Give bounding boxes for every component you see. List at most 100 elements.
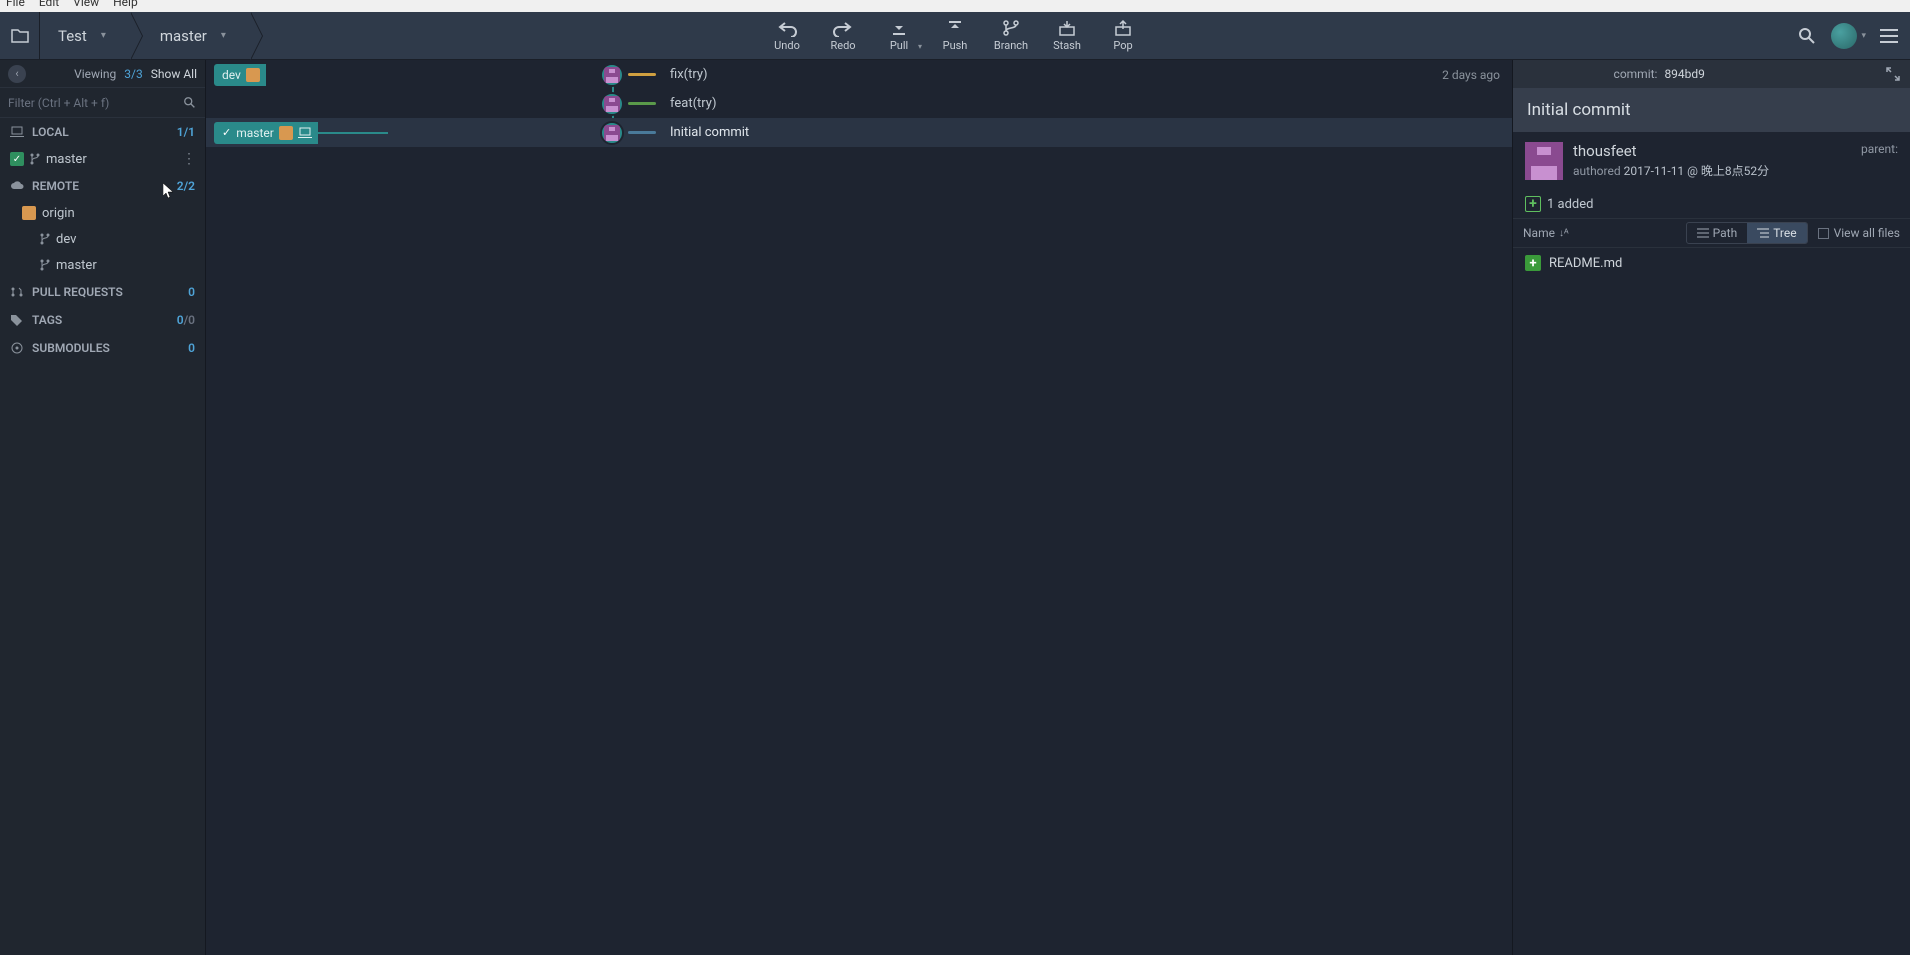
branch-icon [30, 153, 40, 165]
graph-side-bar [628, 131, 656, 134]
stash-label: Stash [1053, 39, 1081, 52]
pop-button[interactable]: Pop [1098, 13, 1148, 59]
sort-by-name[interactable]: Name ↓ᴬ [1523, 226, 1569, 240]
menu-view[interactable]: View [73, 0, 99, 9]
remote-name: origin [42, 206, 75, 221]
section-pull-requests[interactable]: PULL REQUESTS 0 [0, 278, 205, 306]
laptop-icon [298, 127, 312, 139]
undo-button[interactable]: Undo [762, 13, 812, 59]
search-icon[interactable] [1797, 26, 1817, 46]
branch-tag-dev[interactable]: dev [214, 64, 266, 86]
branch-label: Branch [994, 39, 1028, 52]
top-toolbar: Test ▾ master ▾ Undo Redo Pull ▾ Push Br… [0, 12, 1910, 60]
branch-name: master [46, 152, 87, 167]
viewing-count: 3/3 [124, 67, 142, 81]
laptop-icon [10, 126, 24, 138]
topbar-right: ▾ [1797, 23, 1910, 49]
remote-branch-dev[interactable]: dev [0, 226, 205, 252]
more-icon[interactable]: ⋮ [182, 151, 195, 167]
filter-input[interactable] [8, 96, 183, 110]
section-remote-count: 2/2 [177, 179, 195, 193]
menu-help[interactable]: Help [113, 0, 138, 9]
settings-menu-button[interactable] [1880, 29, 1898, 43]
branch-tag-label: master [236, 126, 274, 140]
redo-button[interactable]: Redo [818, 13, 868, 59]
pull-button[interactable]: Pull ▾ [874, 13, 924, 59]
branch-button[interactable]: Branch [986, 13, 1036, 59]
commit-node[interactable] [600, 92, 624, 116]
tag-icon [10, 314, 24, 326]
graph-side-bar [628, 73, 656, 76]
commit-row[interactable]: feat(try) [206, 89, 1512, 118]
commit-hash[interactable]: 894bd9 [1664, 67, 1704, 81]
toolbar-center: Undo Redo Pull ▾ Push Branch Stash Pop [762, 13, 1148, 59]
section-local[interactable]: LOCAL 1/1 [0, 118, 205, 146]
commit-row[interactable]: dev fix(try) 2 days ago [206, 60, 1512, 89]
added-icon: + [1525, 196, 1541, 212]
redo-icon [833, 19, 853, 37]
remote-origin[interactable]: origin [0, 200, 205, 226]
branch-name: dev [56, 232, 76, 247]
branch-icon [1001, 19, 1021, 37]
profile-button[interactable]: ▾ [1831, 23, 1866, 49]
section-tags-label: TAGS [32, 313, 62, 327]
show-all-button[interactable]: Show All [151, 67, 197, 81]
submodule-icon [10, 342, 24, 354]
section-submodules-count: 0 [188, 341, 195, 355]
author-block: thousfeet authored 2017-11-11 @ 晚上8点52分 … [1513, 132, 1910, 190]
commit-time: 2 days ago [1442, 68, 1500, 82]
view-tree-button[interactable]: Tree [1747, 223, 1806, 243]
section-tags[interactable]: TAGS 0/0 [0, 306, 205, 334]
commit-node[interactable] [600, 121, 624, 145]
file-row[interactable]: + README.md [1513, 248, 1910, 278]
branch-tag-master[interactable]: ✓ master [214, 122, 318, 144]
breadcrumb-branch[interactable]: master ▾ [142, 12, 250, 60]
view-path-button[interactable]: Path [1687, 223, 1748, 243]
breadcrumb-branch-label: master [160, 27, 207, 45]
section-local-count: 1/1 [177, 125, 195, 139]
sidebar: ‹ Viewing 3/3 Show All LOCAL 1/1 ✓ maste… [0, 60, 206, 955]
push-button[interactable]: Push [930, 13, 980, 59]
section-pr-label: PULL REQUESTS [32, 285, 123, 299]
commit-detail-panel: commit: 894bd9 Initial commit thousfeet … [1512, 60, 1910, 955]
file-name: README.md [1549, 256, 1622, 271]
remote-icon [246, 68, 260, 82]
name-col-label: Name [1523, 226, 1555, 240]
branch-name: master [56, 258, 97, 273]
local-branch-master[interactable]: ✓ master ⋮ [0, 146, 205, 172]
breadcrumb-repo[interactable]: Test ▾ [40, 12, 130, 60]
pull-request-icon [10, 286, 24, 298]
breadcrumb-repo-label: Test [58, 27, 87, 45]
commit-label: commit: [1614, 67, 1658, 81]
commit-row[interactable]: ✓ master Initial commit [206, 118, 1512, 147]
authored-date: 2017-11-11 @ 晚上8点52分 [1624, 164, 1770, 178]
search-icon[interactable] [183, 96, 197, 110]
menu-edit[interactable]: Edit [39, 0, 59, 9]
caret-down-icon: ▾ [1861, 31, 1866, 41]
commit-message: fix(try) [670, 67, 708, 82]
commit-graph: dev fix(try) 2 days ago feat(try) [206, 60, 1512, 955]
section-remote[interactable]: REMOTE 2/2 [0, 172, 205, 200]
stash-button[interactable]: Stash [1042, 13, 1092, 59]
menu-bar: File Edit View Help [0, 0, 1910, 12]
expand-icon[interactable] [1886, 67, 1900, 81]
changes-summary: + 1 added [1513, 190, 1910, 218]
pop-icon [1113, 19, 1133, 37]
back-button[interactable]: ‹ [8, 65, 26, 83]
commit-node[interactable] [600, 63, 624, 87]
section-submodules[interactable]: SUBMODULES 0 [0, 334, 205, 362]
sidebar-top-bar: ‹ Viewing 3/3 Show All [0, 60, 205, 88]
view-all-files-toggle[interactable]: View all files [1818, 226, 1900, 240]
remote-branch-master[interactable]: master [0, 252, 205, 278]
section-local-label: LOCAL [32, 125, 69, 139]
push-icon [945, 19, 965, 37]
remote-icon [22, 206, 36, 220]
folder-icon [10, 28, 30, 44]
list-icon [1697, 228, 1709, 238]
branch-tag-connector [318, 132, 388, 134]
menu-file[interactable]: File [6, 0, 25, 9]
view-mode-toggle: Path Tree [1686, 222, 1808, 244]
undo-label: Undo [774, 39, 800, 52]
repo-picker-button[interactable] [0, 12, 40, 60]
file-view-bar: Name ↓ᴬ Path Tree View all files [1513, 218, 1910, 248]
